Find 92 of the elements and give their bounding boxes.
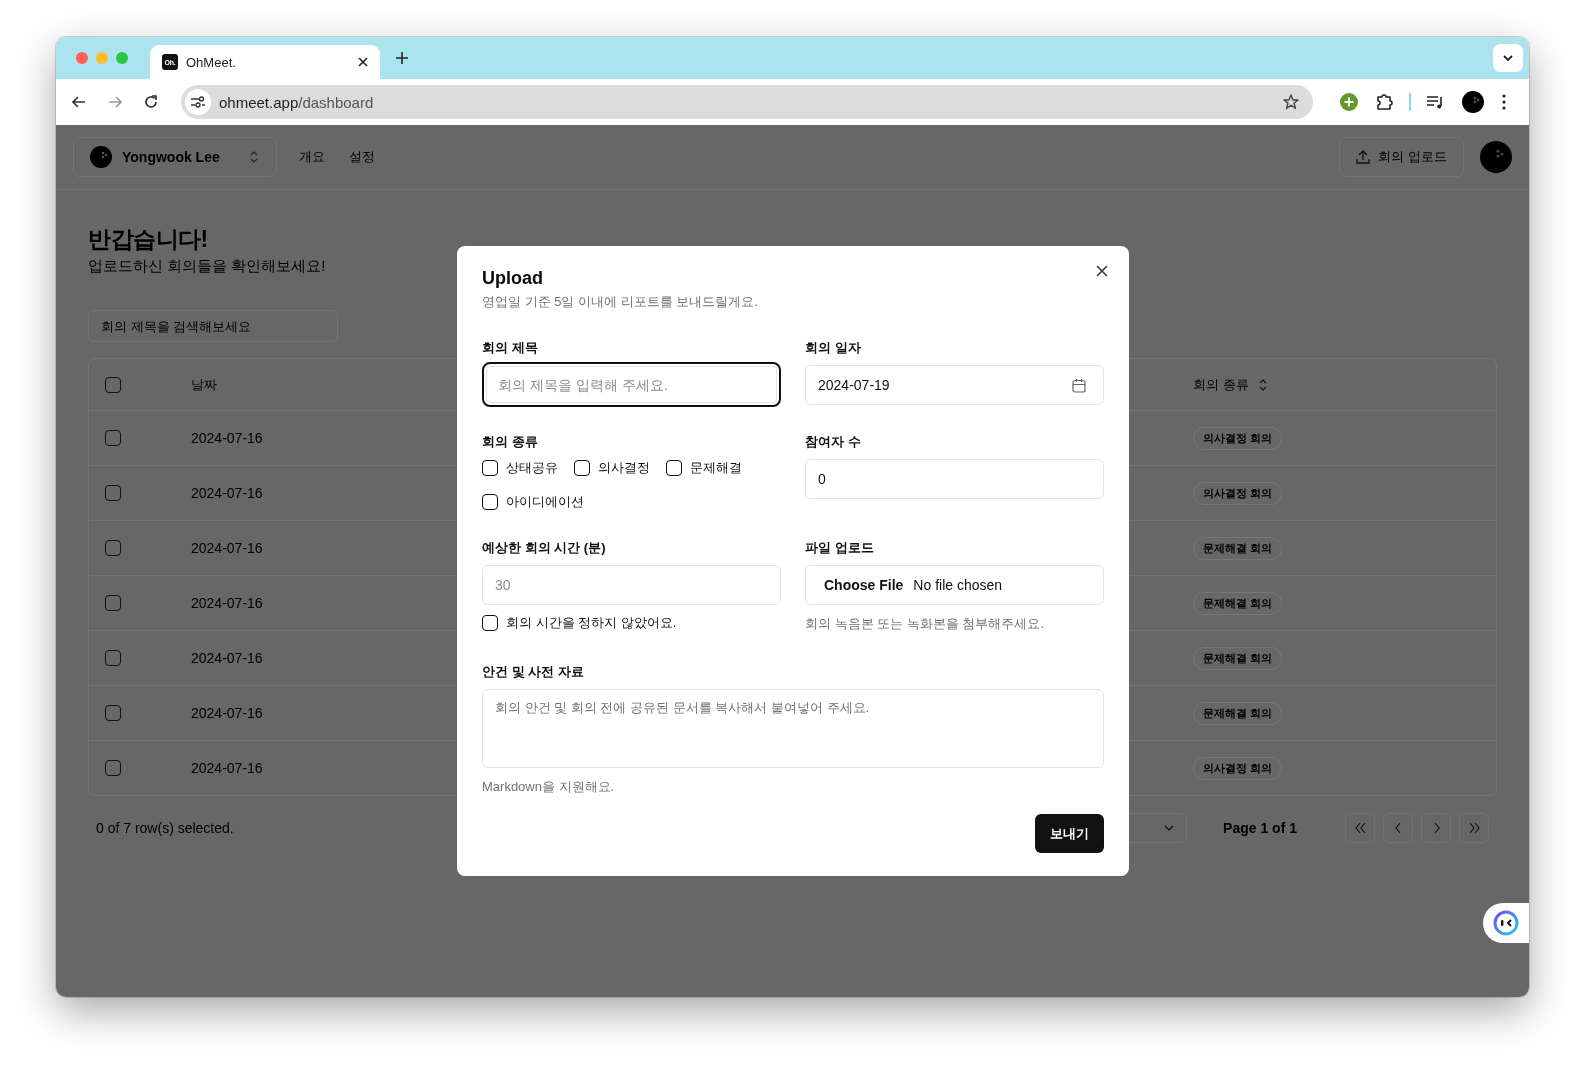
meeting-type-tag: 문제해결 회의: [1193, 536, 1283, 560]
date-field[interactable]: 2024-07-19: [805, 365, 1104, 405]
address-bar[interactable]: ohmeet.app/dashboard: [181, 85, 1313, 119]
checkbox-label: 의사결정: [598, 459, 650, 477]
meeting-type-tag: 의사결정 회의: [1193, 481, 1283, 505]
checkbox[interactable]: [666, 460, 682, 476]
field-label: 예상한 회의 시간 (분): [482, 539, 607, 557]
field-hint: Markdown을 지원해요.: [482, 778, 616, 796]
tab-title: OhMeet.: [186, 54, 237, 70]
choose-file-button[interactable]: Choose File: [824, 577, 904, 593]
checkbox[interactable]: [105, 376, 121, 393]
checkbox[interactable]: [105, 705, 121, 721]
table-cell: 2024-07-16: [191, 485, 263, 501]
reload-icon[interactable]: [144, 95, 158, 109]
field-label: 참여자 수: [805, 433, 862, 451]
upload-button[interactable]: 회의 업로드: [1339, 137, 1464, 177]
avatar-icon: [90, 146, 112, 168]
field-label: 회의 일자: [805, 339, 862, 357]
nav-link[interactable]: 설정: [349, 148, 375, 166]
number-field[interactable]: 0: [805, 459, 1104, 499]
playlist-icon[interactable]: [1426, 94, 1444, 110]
page-indicator: Page 1 of 1: [1223, 820, 1297, 836]
chevron-down-icon: [1164, 825, 1175, 831]
checkbox-label: 회의 시간을 정하지 않았어요.: [506, 614, 677, 632]
team-name: Yongwook Lee: [122, 149, 220, 165]
close-icon[interactable]: [358, 57, 368, 67]
field-label: 회의 종류: [482, 433, 539, 451]
forward-icon[interactable]: [108, 96, 122, 108]
checkbox[interactable]: [105, 760, 121, 776]
team-switcher[interactable]: Yongwook Lee: [73, 137, 277, 177]
number-field[interactable]: 30: [482, 565, 781, 605]
file-status-text: No file chosen: [913, 577, 1003, 593]
column-sort-button[interactable]: 회의 종류: [1193, 375, 1267, 394]
checkbox-label: 문제해결: [690, 459, 742, 477]
chat-bot-icon: [1493, 910, 1519, 936]
url-text: ohmeet.app/dashboard: [219, 93, 374, 111]
checkbox[interactable]: [482, 460, 498, 476]
checkbox[interactable]: [105, 485, 121, 501]
meeting-type-tag: 문제해결 회의: [1193, 591, 1283, 615]
checkbox[interactable]: [574, 460, 590, 476]
field-label: 회의 제목: [482, 339, 539, 357]
chat-button[interactable]: [1483, 903, 1529, 943]
checkbox[interactable]: [105, 430, 121, 446]
checkbox-label: 아이디에이션: [506, 493, 584, 511]
dialog-title: Upload: [482, 268, 544, 289]
first-page-button[interactable]: [1345, 813, 1375, 843]
meeting-type-tag: 문제해결 회의: [1193, 646, 1283, 670]
add-extension-icon[interactable]: [1340, 93, 1358, 111]
table-cell: 2024-07-16: [191, 595, 263, 611]
new-tab-button[interactable]: [396, 52, 408, 64]
close-icon[interactable]: [1096, 265, 1108, 277]
back-icon[interactable]: [72, 96, 86, 108]
text-field[interactable]: 회의 제목을 입력해 주세요.: [482, 362, 781, 407]
selection-status: 0 of 7 row(s) selected.: [96, 820, 234, 836]
profile-avatar[interactable]: [1462, 91, 1484, 113]
puzzle-icon[interactable]: [1376, 93, 1394, 111]
tab-search-button[interactable]: [1493, 44, 1523, 72]
table-cell: 2024-07-16: [191, 650, 263, 666]
last-page-button[interactable]: [1459, 813, 1489, 843]
table-cell: 2024-07-16: [191, 705, 263, 721]
submit-button[interactable]: 보내기: [1035, 814, 1104, 853]
checkbox[interactable]: [105, 540, 121, 556]
dialog-description: 영업일 기준 5일 이내에 리포트를 보내드릴게요.: [482, 293, 759, 311]
table-cell: 2024-07-16: [191, 760, 263, 776]
checkbox[interactable]: [105, 650, 121, 666]
chevron-down-icon: [1503, 55, 1513, 61]
table-cell: 2024-07-16: [191, 540, 263, 556]
chevron-up-down-icon: [250, 151, 258, 163]
file-field[interactable]: Choose File No file chosen: [805, 565, 1104, 605]
bookmark-star-icon[interactable]: [1283, 94, 1299, 110]
more-menu-icon[interactable]: [1502, 94, 1506, 110]
page-title: 반갑습니다!: [88, 225, 208, 254]
checkbox[interactable]: [105, 595, 121, 611]
meeting-type-tag: 문제해결 회의: [1193, 701, 1283, 725]
nav-link[interactable]: 개요: [299, 148, 325, 166]
column-header: 날짜: [191, 375, 217, 394]
table-cell: 2024-07-16: [191, 430, 263, 446]
meeting-type-tag: 의사결정 회의: [1193, 426, 1283, 450]
checkbox[interactable]: [482, 615, 498, 631]
page-subtitle: 업로드하신 회의들을 확인해보세요!: [88, 257, 326, 276]
field-label: 안건 및 사전 자료: [482, 663, 585, 681]
calendar-icon[interactable]: [1072, 377, 1086, 393]
site-settings-icon[interactable]: [191, 96, 205, 108]
field-label: 파일 업로드: [805, 539, 875, 557]
upload-icon: [1356, 150, 1371, 164]
agenda-field[interactable]: 회의 안건 및 회의 전에 공유된 문서를 복사해서 붙여넣어 주세요.: [482, 689, 1104, 768]
search-field[interactable]: 회의 제목을 검색해보세요: [88, 310, 338, 342]
user-avatar[interactable]: [1480, 141, 1512, 173]
field-hint: 회의 녹음본 또는 녹화본을 첨부해주세요.: [805, 615, 1046, 633]
checkbox-label: 상태공유: [506, 459, 558, 477]
checkbox[interactable]: [482, 494, 498, 510]
meeting-type-tag: 의사결정 회의: [1193, 756, 1283, 780]
